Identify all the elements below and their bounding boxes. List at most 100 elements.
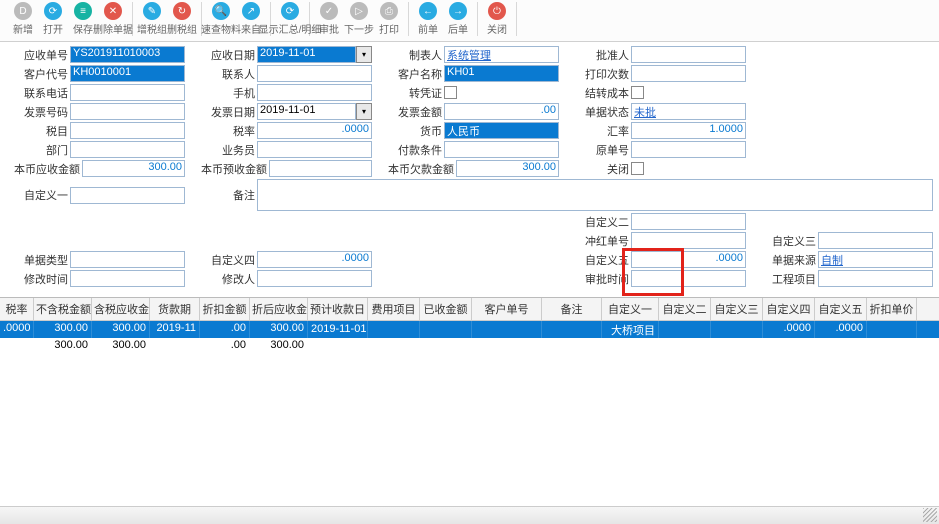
input[interactable]: YS201911010003 <box>70 46 185 63</box>
checkbox[interactable] <box>444 86 457 99</box>
input[interactable] <box>257 141 372 158</box>
tb-速查物料[interactable]: 🔍速查物料 <box>206 2 236 36</box>
input[interactable] <box>70 84 185 101</box>
cell[interactable]: 300.00 <box>34 321 92 338</box>
cell[interactable] <box>368 338 420 355</box>
cell[interactable]: 2019-11-01 ▾ <box>308 321 368 338</box>
cell[interactable] <box>867 321 917 338</box>
col-折后应收金[interactable]: 折后应收金 <box>250 298 308 320</box>
input[interactable] <box>631 65 746 82</box>
input[interactable] <box>818 232 933 249</box>
cell[interactable]: 大桥项目 <box>602 321 659 338</box>
col-折扣金额[interactable]: 折扣金额 <box>200 298 250 320</box>
dropdown-icon[interactable]: ▾ <box>356 46 372 63</box>
input[interactable] <box>631 213 746 230</box>
memo-input[interactable] <box>257 179 933 211</box>
cell[interactable]: 300.00 <box>250 338 308 355</box>
cell[interactable] <box>368 321 420 338</box>
input[interactable] <box>70 251 185 268</box>
input[interactable] <box>818 270 933 287</box>
col-不含税金额[interactable]: 不含税金额 <box>34 298 92 320</box>
input[interactable] <box>257 65 372 82</box>
resize-grip[interactable] <box>923 508 937 522</box>
col-货款期[interactable]: 货款期 <box>150 298 200 320</box>
input[interactable]: 2019-11-01 <box>257 46 356 63</box>
cell[interactable]: 300.00 <box>34 338 92 355</box>
cell[interactable]: 2019-11 <box>150 321 200 338</box>
input[interactable]: 2019-11-01 <box>257 103 356 120</box>
input[interactable] <box>631 270 746 287</box>
table-row[interactable]: .0000300.00300.002019-11.00300.002019-11… <box>0 321 939 338</box>
tb-删除单据[interactable]: ✕删除单据 <box>98 2 128 36</box>
input[interactable]: 1.0000 <box>631 122 746 139</box>
col-自定义四[interactable]: 自定义四 <box>763 298 815 320</box>
col-自定义三[interactable]: 自定义三 <box>711 298 763 320</box>
input[interactable]: .0000 <box>631 251 746 268</box>
input[interactable]: .0000 <box>257 122 372 139</box>
cell[interactable] <box>542 321 602 338</box>
tb-增税组[interactable]: ✎增税组 <box>137 2 167 36</box>
tb-前单[interactable]: ←前单 <box>413 2 443 36</box>
input[interactable] <box>257 270 372 287</box>
tb-显示汇总/明细[interactable]: ⟳显示汇总/明细 <box>275 2 305 36</box>
tb-新增[interactable]: D新增 <box>8 2 38 36</box>
cell[interactable] <box>711 338 763 355</box>
tb-打印[interactable]: ⎙打印 <box>374 2 404 36</box>
input[interactable] <box>70 141 185 158</box>
cell[interactable] <box>420 338 472 355</box>
cell[interactable] <box>815 338 867 355</box>
input[interactable] <box>631 46 746 63</box>
input[interactable]: KH0010001 <box>70 65 185 82</box>
input[interactable] <box>269 160 372 177</box>
cell[interactable] <box>763 338 815 355</box>
tb-打开[interactable]: ⟳打开 <box>38 2 68 36</box>
tb-关闭[interactable]: ⏻关闭 <box>482 2 512 36</box>
cell[interactable] <box>659 338 711 355</box>
cell[interactable]: 300.00 <box>92 338 150 355</box>
col-自定义一[interactable]: 自定义一 <box>602 298 659 320</box>
cell[interactable] <box>711 321 763 338</box>
cell[interactable]: .0000 <box>0 321 34 338</box>
col-含税应收金[interactable]: 含税应收金 <box>92 298 150 320</box>
cell[interactable]: .00 <box>200 321 250 338</box>
col-自定义五[interactable]: 自定义五 <box>815 298 867 320</box>
tb-删税组[interactable]: ↻删税组 <box>167 2 197 36</box>
cell[interactable] <box>867 338 917 355</box>
input[interactable] <box>70 122 185 139</box>
col-备注[interactable]: 备注 <box>542 298 602 320</box>
col-预计收款日[interactable]: 预计收款日 <box>308 298 368 320</box>
col-客户单号[interactable]: 客户单号 <box>472 298 542 320</box>
cell[interactable] <box>308 338 368 355</box>
cell[interactable] <box>420 321 472 338</box>
input[interactable] <box>257 84 372 101</box>
tb-审批[interactable]: ✓审批 <box>314 2 344 36</box>
input[interactable] <box>631 141 746 158</box>
input[interactable]: 未批 <box>631 103 746 120</box>
input[interactable]: 系统管理 <box>444 46 559 63</box>
checkbox[interactable] <box>631 86 644 99</box>
tb-下一步[interactable]: ▷下一步 <box>344 2 374 36</box>
cell[interactable] <box>150 338 200 355</box>
input[interactable] <box>70 187 185 204</box>
cell[interactable]: .0000 <box>763 321 815 338</box>
cell[interactable] <box>542 338 602 355</box>
cell[interactable]: .00 <box>200 338 250 355</box>
input[interactable]: 300.00 <box>82 160 185 177</box>
col-费用项目[interactable]: 费用项目 <box>368 298 420 320</box>
col-自定义二[interactable]: 自定义二 <box>659 298 711 320</box>
table-row[interactable]: 300.00300.00.00300.00 <box>0 338 939 355</box>
cell[interactable]: 300.00 <box>250 321 308 338</box>
input[interactable]: .0000 <box>257 251 372 268</box>
input[interactable]: 300.00 <box>456 160 559 177</box>
cell[interactable] <box>602 338 659 355</box>
input[interactable] <box>70 270 185 287</box>
tb-后单[interactable]: →后单 <box>443 2 473 36</box>
dropdown-icon[interactable]: ▾ <box>356 103 372 120</box>
checkbox[interactable] <box>631 162 644 175</box>
col-税率[interactable]: 税率 <box>0 298 34 320</box>
input[interactable]: .00 <box>444 103 559 120</box>
col-折扣单价[interactable]: 折扣单价 <box>867 298 917 320</box>
input[interactable] <box>70 103 185 120</box>
cell[interactable] <box>659 321 711 338</box>
input[interactable]: 自制 <box>818 251 933 268</box>
